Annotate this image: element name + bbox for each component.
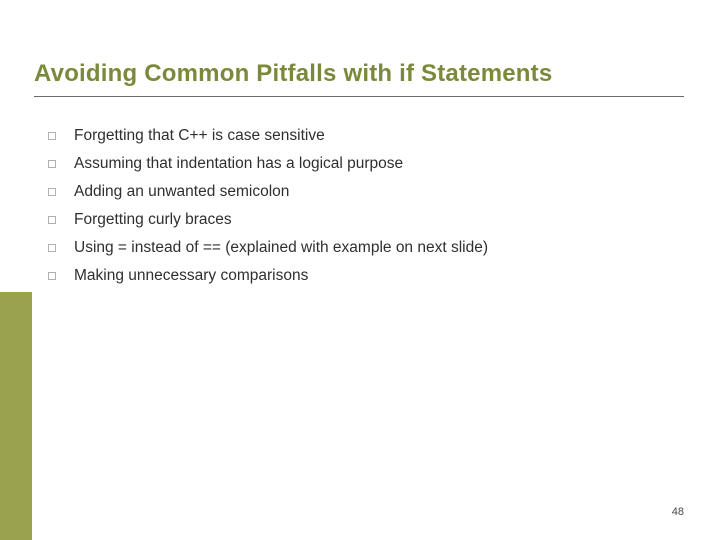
bullet-text: Adding an unwanted semicolon: [74, 182, 289, 203]
list-item: Adding an unwanted semicolon: [48, 182, 678, 203]
bullet-list: Forgetting that C++ is case sensitive As…: [48, 126, 678, 294]
square-bullet-icon: [48, 216, 56, 224]
square-bullet-icon: [48, 244, 56, 252]
square-bullet-icon: [48, 188, 56, 196]
slide-title: Avoiding Common Pitfalls with if Stateme…: [34, 60, 552, 88]
square-bullet-icon: [48, 272, 56, 280]
bullet-text: Making unnecessary comparisons: [74, 266, 308, 287]
list-item: Forgetting that C++ is case sensitive: [48, 126, 678, 147]
square-bullet-icon: [48, 160, 56, 168]
bullet-text: Assuming that indentation has a logical …: [74, 154, 403, 175]
square-bullet-icon: [48, 132, 56, 140]
list-item: Forgetting curly braces: [48, 210, 678, 231]
list-item: Making unnecessary comparisons: [48, 266, 678, 287]
list-item: Using = instead of == (explained with ex…: [48, 238, 678, 259]
bullet-text: Forgetting curly braces: [74, 210, 232, 231]
title-underline: [34, 96, 684, 97]
bullet-text: Forgetting that C++ is case sensitive: [74, 126, 325, 147]
list-item: Assuming that indentation has a logical …: [48, 154, 678, 175]
bullet-text: Using = instead of == (explained with ex…: [74, 238, 488, 259]
page-number: 48: [672, 506, 684, 518]
decorative-sidebar: [0, 292, 32, 540]
